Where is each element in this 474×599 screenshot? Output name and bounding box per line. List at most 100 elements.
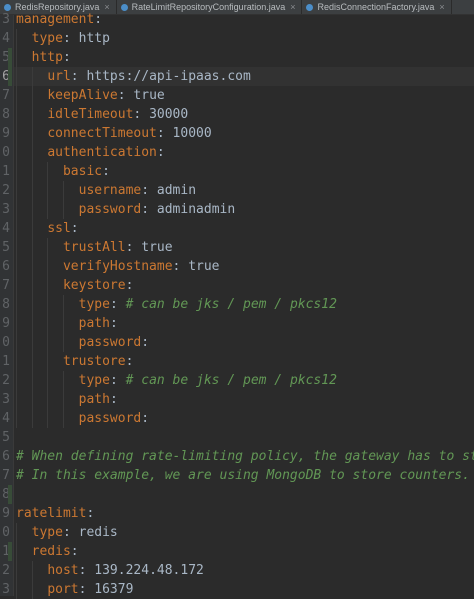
code-line[interactable]: verifyHostname: true bbox=[14, 257, 474, 276]
indent-guide bbox=[31, 143, 33, 162]
code-line[interactable]: http: bbox=[14, 48, 474, 67]
yaml-key: type bbox=[31, 31, 63, 46]
indent-guide bbox=[16, 390, 17, 409]
yaml-separator: : bbox=[109, 392, 118, 407]
code-line[interactable] bbox=[14, 485, 474, 504]
code-line[interactable]: basic: bbox=[14, 162, 474, 181]
line-number: 5 bbox=[2, 430, 10, 445]
code-line[interactable]: keepAlive: true bbox=[14, 86, 474, 105]
code-line[interactable]: redis: bbox=[14, 542, 474, 561]
indent-guide bbox=[16, 295, 17, 314]
yaml-separator: : bbox=[141, 202, 157, 217]
indent-guide bbox=[31, 86, 33, 105]
code-line[interactable]: password: bbox=[14, 333, 474, 352]
code-line[interactable]: type: # can be jks / pem / pkcs12 bbox=[14, 371, 474, 390]
line-number: 0 bbox=[2, 335, 10, 350]
code-line[interactable]: path: bbox=[14, 314, 474, 333]
code-line[interactable]: password: bbox=[14, 409, 474, 428]
code-line[interactable]: ratelimit: bbox=[14, 504, 474, 523]
code-line[interactable]: type: redis bbox=[14, 523, 474, 542]
indent-guide bbox=[47, 276, 49, 295]
yaml-key: keepAlive bbox=[47, 88, 118, 103]
yaml-key: password bbox=[78, 411, 142, 426]
indent-guide bbox=[16, 561, 17, 580]
indent-guide bbox=[31, 333, 33, 352]
yaml-comment: # can be jks / pem / pkcs12 bbox=[125, 373, 337, 388]
indent-guide bbox=[31, 67, 33, 86]
indent-guide bbox=[31, 162, 33, 181]
line-number: 9 bbox=[2, 316, 10, 331]
yaml-value: true bbox=[133, 88, 165, 103]
yaml-key: connectTimeout bbox=[47, 126, 157, 141]
indent-guide bbox=[31, 295, 33, 314]
indent-guide bbox=[31, 276, 33, 295]
indent-guide bbox=[47, 200, 49, 219]
indent-guide bbox=[16, 124, 17, 143]
yaml-comment: # can be jks / pem / pkcs12 bbox=[125, 297, 337, 312]
code-line[interactable] bbox=[14, 428, 474, 447]
indent-guide bbox=[16, 105, 17, 124]
yaml-value: https://api-ipaas.com bbox=[86, 69, 251, 84]
yaml-comment: # When defining rate-limiting policy, th… bbox=[16, 449, 474, 464]
change-marker bbox=[8, 67, 12, 86]
yaml-separator: : bbox=[156, 145, 165, 160]
code-line[interactable]: host: 139.224.48.172 bbox=[14, 561, 474, 580]
code-line[interactable]: # In this example, we are using MongoDB … bbox=[14, 466, 474, 485]
code-line[interactable]: trustAll: true bbox=[14, 238, 474, 257]
indent-guide bbox=[31, 181, 33, 200]
code-line[interactable]: username: admin bbox=[14, 181, 474, 200]
indent-guide bbox=[31, 314, 33, 333]
yaml-key: trustore bbox=[62, 354, 126, 369]
code-line[interactable]: keystore: bbox=[14, 276, 474, 295]
code-line[interactable]: password: adminadmin bbox=[14, 200, 474, 219]
change-marker bbox=[8, 485, 12, 504]
code-line[interactable]: trustore: bbox=[14, 352, 474, 371]
indent-guide bbox=[16, 29, 17, 48]
line-number-gutter: 3456789012345678901234567890123 bbox=[0, 12, 14, 597]
indent-guide bbox=[16, 48, 17, 67]
line-number: 0 bbox=[2, 145, 10, 160]
line-number: 0 bbox=[2, 525, 10, 540]
yaml-separator: : bbox=[109, 297, 126, 312]
indent-guide bbox=[16, 257, 17, 276]
indent-guide bbox=[47, 295, 49, 314]
change-marker bbox=[8, 48, 12, 67]
yaml-value: admin bbox=[156, 183, 197, 198]
yaml-separator: : bbox=[78, 582, 95, 597]
indent-guide bbox=[62, 333, 64, 352]
code-line[interactable]: type: http bbox=[14, 29, 474, 48]
code-line[interactable]: idleTimeout: 30000 bbox=[14, 105, 474, 124]
line-number: 2 bbox=[2, 563, 10, 578]
yaml-key: type bbox=[78, 373, 110, 388]
indent-guide bbox=[62, 295, 64, 314]
yaml-separator: : bbox=[141, 411, 150, 426]
yaml-separator: : bbox=[62, 31, 79, 46]
yaml-key: url bbox=[47, 69, 71, 84]
code-line[interactable]: ssl: bbox=[14, 219, 474, 238]
code-editor[interactable]: management: type: http http: url: https://a… bbox=[14, 12, 474, 599]
code-line[interactable]: type: # can be jks / pem / pkcs12 bbox=[14, 295, 474, 314]
yaml-key: password bbox=[78, 202, 142, 217]
code-line[interactable]: # When defining rate-limiting policy, th… bbox=[14, 447, 474, 466]
indent-guide bbox=[16, 238, 17, 257]
line-number: 4 bbox=[2, 31, 10, 46]
indent-guide bbox=[62, 181, 64, 200]
yaml-key: management bbox=[16, 12, 95, 27]
indent-guide bbox=[31, 371, 33, 390]
code-line[interactable]: management: bbox=[14, 10, 474, 29]
line-number: 7 bbox=[2, 468, 10, 483]
yaml-key: type bbox=[31, 525, 63, 540]
yaml-key: http bbox=[31, 50, 63, 65]
code-line[interactable]: url: https://api-ipaas.com bbox=[14, 67, 474, 86]
line-number: 7 bbox=[2, 88, 10, 103]
yaml-key: keystore bbox=[62, 278, 126, 293]
code-line[interactable]: connectTimeout: 10000 bbox=[14, 124, 474, 143]
indent-guide bbox=[16, 523, 17, 542]
yaml-key: path bbox=[78, 392, 110, 407]
line-number: 4 bbox=[2, 411, 10, 426]
code-line[interactable]: authentication: bbox=[14, 143, 474, 162]
indent-guide bbox=[31, 409, 33, 428]
code-line[interactable]: path: bbox=[14, 390, 474, 409]
code-line[interactable]: port: 16379 bbox=[14, 580, 474, 599]
yaml-separator: : bbox=[141, 183, 157, 198]
